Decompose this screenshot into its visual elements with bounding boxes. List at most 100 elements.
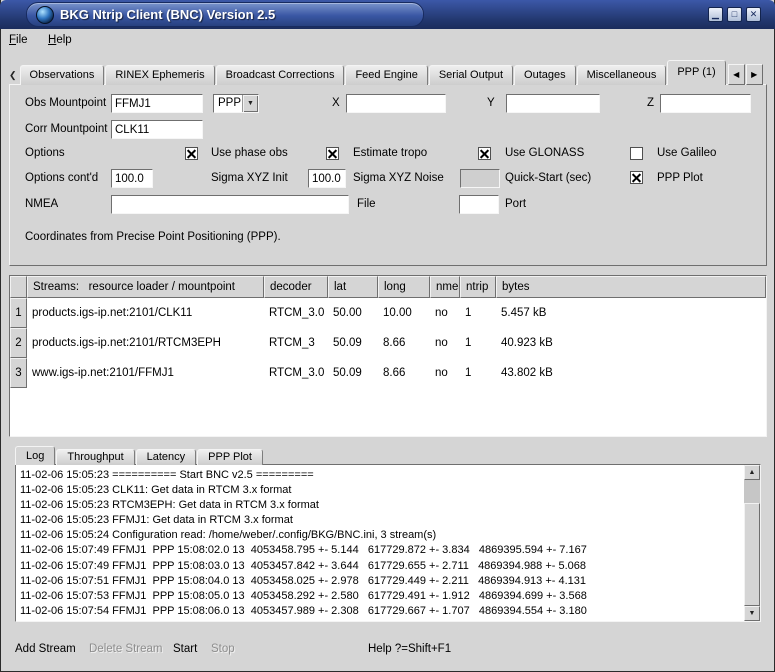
help-shortcut-label[interactable]: Help ?=Shift+F1 bbox=[368, 643, 451, 655]
window-title: BKG Ntrip Client (BNC) Version 2.5 bbox=[60, 7, 275, 22]
close-icon: ✕ bbox=[750, 10, 758, 19]
cell-nmea: no bbox=[430, 328, 460, 358]
obs-mountpoint-input[interactable] bbox=[111, 94, 203, 113]
up-arrow-icon: ▲ bbox=[749, 469, 756, 476]
corr-mountpoint-label: Corr Mountpoint bbox=[25, 123, 107, 135]
menu-help[interactable]: Help bbox=[40, 29, 80, 49]
nmea-input[interactable] bbox=[111, 195, 349, 214]
cell-decoder: RTCM_3 bbox=[264, 328, 328, 358]
menubar: File Help bbox=[1, 29, 774, 55]
log-line: 11-02-06 15:07:54 FFMJ1 PPP 15:08:06.0 1… bbox=[20, 604, 741, 619]
tab-outages[interactable]: Outages bbox=[514, 65, 576, 85]
delete-stream-button[interactable]: Delete Stream bbox=[89, 643, 163, 655]
streams-table: Streams: resource loader / mountpoint de… bbox=[9, 275, 767, 437]
log-area[interactable]: 11-02-06 15:05:23 ========== Start BNC v… bbox=[15, 464, 761, 622]
format-select-value: PPP bbox=[214, 95, 242, 112]
tab-scroll-forward-button[interactable]: ▶ bbox=[746, 64, 763, 85]
tab-miscellaneous[interactable]: Miscellaneous bbox=[577, 65, 667, 85]
options-label: Options bbox=[25, 147, 65, 159]
tab-observations[interactable]: Observations bbox=[20, 65, 105, 85]
scroll-up-button[interactable]: ▲ bbox=[744, 465, 760, 480]
minimize-icon: ▁ bbox=[712, 10, 719, 19]
titlebar[interactable]: BKG Ntrip Client (BNC) Version 2.5 ▁ □ ✕ bbox=[0, 0, 775, 29]
tab-ppp-plot[interactable]: PPP Plot bbox=[197, 449, 263, 465]
y-input[interactable] bbox=[506, 94, 600, 113]
log-line: 11-02-06 15:07:49 FFMJ1 PPP 15:08:02.0 1… bbox=[20, 543, 741, 558]
cell-mountpoint: products.igs-ip.net:2101/RTCM3EPH bbox=[27, 328, 264, 358]
log-line: 11-02-06 15:05:23 CLK11: Get data in RTC… bbox=[20, 483, 741, 498]
cell-long: 8.66 bbox=[378, 358, 430, 388]
cell-nmea: no bbox=[430, 298, 460, 328]
estimate-tropo-checkbox[interactable] bbox=[326, 147, 339, 160]
header-nmea[interactable]: nmea bbox=[430, 276, 460, 298]
quick-start-label: Quick-Start (sec) bbox=[505, 172, 591, 184]
table-row[interactable]: 3 www.igs-ip.net:2101/FFMJ1 RTCM_3.0 50.… bbox=[10, 358, 766, 388]
close-button[interactable]: ✕ bbox=[746, 7, 761, 22]
file-input[interactable] bbox=[459, 195, 499, 214]
cell-long: 10.00 bbox=[378, 298, 430, 328]
use-phase-obs-label: Use phase obs bbox=[211, 147, 288, 159]
log-line: 11-02-06 15:05:23 RTCM3EPH: Get data in … bbox=[20, 498, 741, 513]
tab-feed-engine[interactable]: Feed Engine bbox=[345, 65, 427, 85]
table-row[interactable]: 2 products.igs-ip.net:2101/RTCM3EPH RTCM… bbox=[10, 328, 766, 358]
row-number: 3 bbox=[10, 358, 27, 388]
header-bytes[interactable]: bytes bbox=[496, 276, 766, 298]
quick-start-input bbox=[460, 169, 500, 188]
header-long[interactable]: long bbox=[378, 276, 430, 298]
left-arrow-icon: ◀ bbox=[733, 70, 739, 79]
start-button[interactable]: Start bbox=[173, 643, 197, 655]
tab-broadcast-corrections[interactable]: Broadcast Corrections bbox=[216, 65, 345, 85]
title-area: BKG Ntrip Client (BNC) Version 2.5 bbox=[26, 2, 424, 27]
x-label: X bbox=[332, 97, 340, 109]
log-line: 11-02-06 15:05:23 ========== Start BNC v… bbox=[20, 468, 741, 483]
tab-scroll-left-icon[interactable]: ❮ bbox=[9, 70, 20, 85]
ppp-description: Coordinates from Precise Point Positioni… bbox=[25, 231, 281, 243]
bnc-window: BKG Ntrip Client (BNC) Version 2.5 ▁ □ ✕… bbox=[0, 0, 775, 672]
table-row[interactable]: 1 products.igs-ip.net:2101/CLK11 RTCM_3.… bbox=[10, 298, 766, 328]
header-ntrip[interactable]: ntrip bbox=[460, 276, 496, 298]
log-line: 11-02-06 15:07:51 FFMJ1 PPP 15:08:04.0 1… bbox=[20, 574, 741, 589]
ppp-plot-label: PPP Plot bbox=[657, 172, 703, 184]
header-decoder[interactable]: decoder bbox=[264, 276, 328, 298]
minimize-button[interactable]: ▁ bbox=[708, 7, 723, 22]
tab-rinex-ephemeris[interactable]: RINEX Ephemeris bbox=[105, 65, 214, 85]
nmea-label: NMEA bbox=[25, 198, 58, 210]
cell-bytes: 5.457 kB bbox=[496, 298, 766, 328]
cell-decoder: RTCM_3.0 bbox=[264, 298, 328, 328]
scroll-down-button[interactable]: ▼ bbox=[744, 606, 760, 621]
corner-header bbox=[10, 276, 27, 298]
log-text: 11-02-06 15:05:23 ========== Start BNC v… bbox=[20, 468, 741, 619]
maximize-button[interactable]: □ bbox=[727, 7, 742, 22]
tab-bar: ❮ Observations RINEX Ephemeris Broadcast… bbox=[9, 60, 763, 85]
add-stream-button[interactable]: Add Stream bbox=[15, 643, 76, 655]
row-number: 2 bbox=[10, 328, 27, 358]
log-scrollbar[interactable]: ▲ ▼ bbox=[744, 465, 760, 621]
cell-nmea: no bbox=[430, 358, 460, 388]
sigma-xyz-noise-input[interactable] bbox=[308, 169, 346, 188]
format-select[interactable]: PPP ▼ bbox=[213, 94, 259, 113]
tab-ppp[interactable]: PPP (1) bbox=[667, 60, 725, 85]
app-icon bbox=[36, 6, 54, 24]
cell-bytes: 43.802 kB bbox=[496, 358, 766, 388]
ppp-plot-checkbox[interactable] bbox=[630, 171, 643, 184]
tab-log[interactable]: Log bbox=[15, 446, 55, 465]
z-input[interactable] bbox=[660, 94, 751, 113]
use-phase-obs-checkbox[interactable] bbox=[185, 147, 198, 160]
tab-throughput[interactable]: Throughput bbox=[56, 449, 134, 465]
use-glonass-checkbox[interactable] bbox=[478, 147, 491, 160]
sigma-xyz-init-input[interactable] bbox=[111, 169, 153, 188]
options-contd-label: Options cont'd bbox=[25, 172, 98, 184]
tab-scroll-back-button[interactable]: ◀ bbox=[728, 64, 745, 85]
scrollbar-thumb[interactable] bbox=[744, 503, 760, 606]
header-lat[interactable]: lat bbox=[328, 276, 378, 298]
tab-serial-output[interactable]: Serial Output bbox=[429, 65, 513, 85]
z-label: Z bbox=[647, 97, 654, 109]
dropdown-arrow-icon: ▼ bbox=[242, 95, 258, 112]
use-galileo-checkbox[interactable] bbox=[630, 147, 643, 160]
stop-button[interactable]: Stop bbox=[211, 643, 235, 655]
x-input[interactable] bbox=[346, 94, 446, 113]
header-streams[interactable]: Streams: resource loader / mountpoint bbox=[27, 276, 264, 298]
corr-mountpoint-input[interactable] bbox=[111, 120, 203, 139]
tab-latency[interactable]: Latency bbox=[136, 449, 197, 465]
menu-file[interactable]: File bbox=[1, 29, 36, 49]
